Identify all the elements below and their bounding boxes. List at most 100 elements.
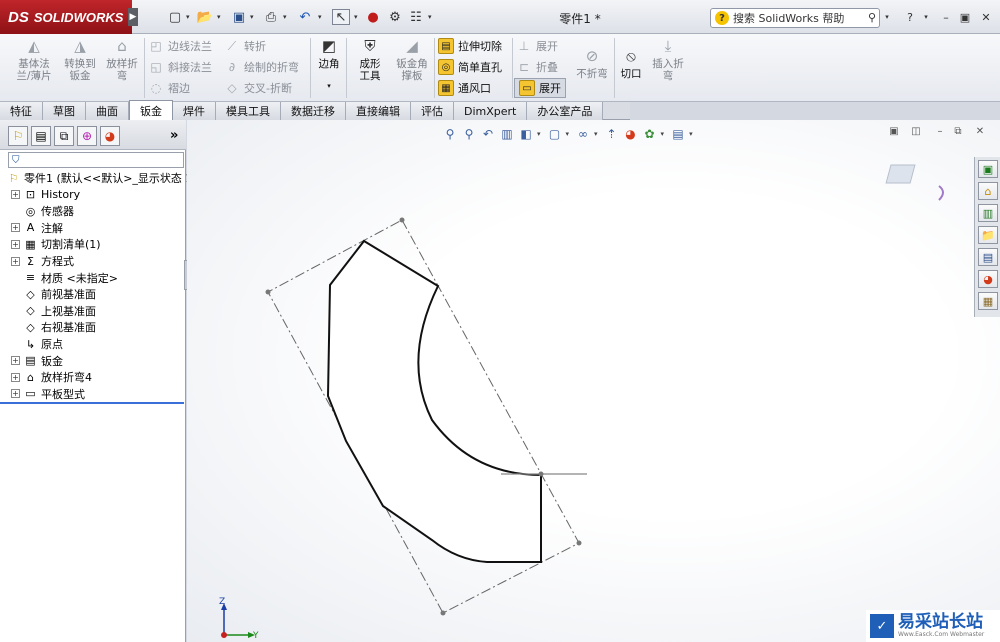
view-palette-icon[interactable]: ▤: [978, 248, 998, 266]
expand-toggle-icon[interactable]: +: [11, 223, 20, 233]
save-icon[interactable]: ▣: [230, 9, 248, 25]
corners-button[interactable]: ◩ 边角 ▾: [314, 36, 344, 92]
appearances-icon[interactable]: ◕: [978, 270, 998, 288]
tab-0[interactable]: 特征: [0, 102, 43, 120]
tree-item[interactable]: + ⌂ 放样折弯4: [0, 369, 92, 385]
corners-dropdown-icon[interactable]: ▾: [327, 80, 331, 92]
save-dropdown-icon[interactable]: ▾: [250, 13, 254, 21]
tree-root-part[interactable]: ⚐ 零件1 (默认<<默认>_显示状态 1: [0, 170, 193, 186]
tab-5[interactable]: 模具工具: [216, 102, 281, 120]
tree-item[interactable]: + ▦ 切割清单(1): [0, 236, 101, 252]
configuration-manager-tab-icon[interactable]: ⧉: [54, 126, 74, 146]
expand-toggle-icon[interactable]: +: [11, 256, 20, 266]
display-icon[interactable]: ☷: [407, 9, 425, 25]
print-dropdown-icon[interactable]: ▾: [283, 13, 287, 21]
solidworks-logo[interactable]: DS SOLIDWORKS: [0, 0, 132, 34]
watermark-subtitle: Www.Easck.Com Webmaster: [898, 631, 985, 638]
tab-7[interactable]: 直接编辑: [346, 102, 411, 120]
search-icon[interactable]: ⚲: [864, 10, 880, 24]
insert-bends-button[interactable]: ⤓ 插入折弯: [648, 36, 688, 83]
tree-item[interactable]: + ⊡ History: [0, 187, 80, 203]
feature-manager-tab-icon[interactable]: ⚐: [8, 126, 28, 146]
menu-expand-icon[interactable]: ▶: [128, 8, 138, 26]
rollback-bar[interactable]: [0, 402, 184, 404]
tree-item[interactable]: ◇ 前视基准面: [0, 286, 96, 302]
expand-toggle-icon[interactable]: +: [11, 239, 20, 249]
jog-button[interactable]: ⟋ 转折: [224, 36, 266, 56]
tree-item[interactable]: + A 注解: [0, 220, 63, 236]
select-icon[interactable]: ↖: [332, 9, 350, 25]
tree-item[interactable]: ◇ 上视基准面: [0, 303, 96, 319]
tree-item[interactable]: ◇ 右视基准面: [0, 319, 96, 335]
gusset-button[interactable]: ◢ 钣金角撑板: [392, 36, 432, 83]
lofted-bend-button[interactable]: ⌂ 放样折弯: [102, 36, 142, 83]
close-icon[interactable]: ✕: [978, 10, 994, 24]
view-cube-icon[interactable]: [885, 164, 944, 201]
tab-10[interactable]: 办公室产品: [527, 102, 604, 120]
minimize-icon[interactable]: –: [938, 10, 954, 24]
rebuild-icon[interactable]: ●: [364, 9, 382, 25]
property-manager-tab-icon[interactable]: ▤: [31, 126, 51, 146]
forming-tool-button[interactable]: ⛨ 成形工具: [350, 36, 390, 83]
tab-2[interactable]: 曲面: [86, 102, 129, 120]
tab-1[interactable]: 草图: [43, 102, 86, 120]
tree-item[interactable]: ↳ 原点: [0, 336, 63, 352]
cross-break-button[interactable]: ◇ 交叉-折断: [224, 78, 292, 98]
custom-properties-icon[interactable]: ▦: [978, 292, 998, 310]
help-dropdown-icon[interactable]: ▾: [918, 10, 934, 24]
vent-button[interactable]: ▦ 通风口: [438, 78, 491, 98]
select-dropdown-icon[interactable]: ▾: [354, 13, 358, 21]
graphics-area[interactable]: ⚲ ⚲ ↶ ▥ ◧ ▾ ▢ ▾ ∞ ▾ ⇡ ◕ ✿ ▾ ▤ ▾ ▣ ◫ – ⧉ …: [187, 120, 1000, 642]
tree-item[interactable]: ≡ 材质 <未指定>: [0, 270, 118, 286]
tab-6[interactable]: 数据迁移: [281, 102, 346, 120]
miter-flange-button[interactable]: ◱ 斜接法兰: [148, 57, 212, 77]
tree-item[interactable]: ◎ 传感器: [0, 203, 74, 219]
help-icon[interactable]: ?: [902, 10, 918, 24]
tab-8[interactable]: 评估: [411, 102, 454, 120]
display-manager-tab-icon[interactable]: ◕: [100, 126, 120, 146]
help-search-input[interactable]: ? 搜索 SolidWorks 帮助: [710, 8, 880, 28]
edge-flange-button[interactable]: ◰ 边线法兰: [148, 36, 212, 56]
panel-expand-icon[interactable]: »: [170, 128, 178, 143]
design-library-icon[interactable]: ▥: [978, 204, 998, 222]
no-bends-button[interactable]: ⊘ 不折弯: [572, 36, 612, 81]
extruded-cut-button[interactable]: ▤ 拉伸切除: [438, 36, 502, 56]
unfold-button[interactable]: ⊥ 展开: [516, 36, 558, 56]
tree-item[interactable]: + ▭ 平板型式: [0, 386, 85, 402]
new-dropdown-icon[interactable]: ▾: [186, 13, 190, 21]
tab-4[interactable]: 焊件: [173, 102, 216, 120]
dimxpert-tab-icon[interactable]: ⊕: [77, 126, 97, 146]
hem-button[interactable]: ◌ 褶边: [148, 78, 190, 98]
expand-toggle-icon[interactable]: +: [11, 356, 20, 366]
new-icon[interactable]: ▢: [166, 9, 184, 25]
options-icon[interactable]: ⚙: [386, 9, 404, 25]
display-dropdown-icon[interactable]: ▾: [428, 13, 432, 21]
open-dropdown-icon[interactable]: ▾: [217, 13, 221, 21]
tree-item[interactable]: + ▤ 钣金: [0, 353, 63, 369]
tab-3[interactable]: 钣金: [129, 100, 173, 120]
flat-pattern-outline[interactable]: [326, 239, 542, 563]
simple-hole-button[interactable]: ◎ 简单直孔: [438, 57, 502, 77]
open-icon[interactable]: 📂: [196, 9, 214, 25]
flatten-button[interactable]: ▭ 展开: [514, 78, 566, 98]
tree-item[interactable]: + Σ 方程式: [0, 253, 74, 269]
feature-icon: ⊡: [25, 188, 36, 202]
expand-toggle-icon[interactable]: +: [11, 389, 20, 399]
base-flange-button[interactable]: ◭ 基体法兰/薄片: [14, 36, 54, 83]
expand-toggle-icon[interactable]: +: [11, 372, 20, 382]
expand-toggle-icon[interactable]: +: [11, 190, 20, 200]
undo-dropdown-icon[interactable]: ▾: [318, 13, 322, 21]
sw-resources-icon[interactable]: ▣: [978, 160, 998, 178]
search-dropdown-icon[interactable]: ▾: [879, 10, 895, 24]
fold-button[interactable]: ⊏ 折叠: [516, 57, 558, 77]
file-explorer-icon[interactable]: 📁: [978, 226, 998, 244]
print-icon[interactable]: ⎙: [262, 9, 280, 25]
rip-button[interactable]: ⦸ 切口: [618, 36, 644, 81]
convert-to-sheet-button[interactable]: ◮ 转换到钣金: [60, 36, 100, 83]
home-icon[interactable]: ⌂: [978, 182, 998, 200]
tab-9[interactable]: DimXpert: [454, 102, 528, 120]
tree-filter-input[interactable]: ⛉: [8, 152, 184, 168]
sketched-bend-button[interactable]: ∂ 绘制的折弯: [224, 57, 299, 77]
undo-icon[interactable]: ↶: [296, 9, 314, 25]
restore-icon[interactable]: ▣: [957, 10, 973, 24]
